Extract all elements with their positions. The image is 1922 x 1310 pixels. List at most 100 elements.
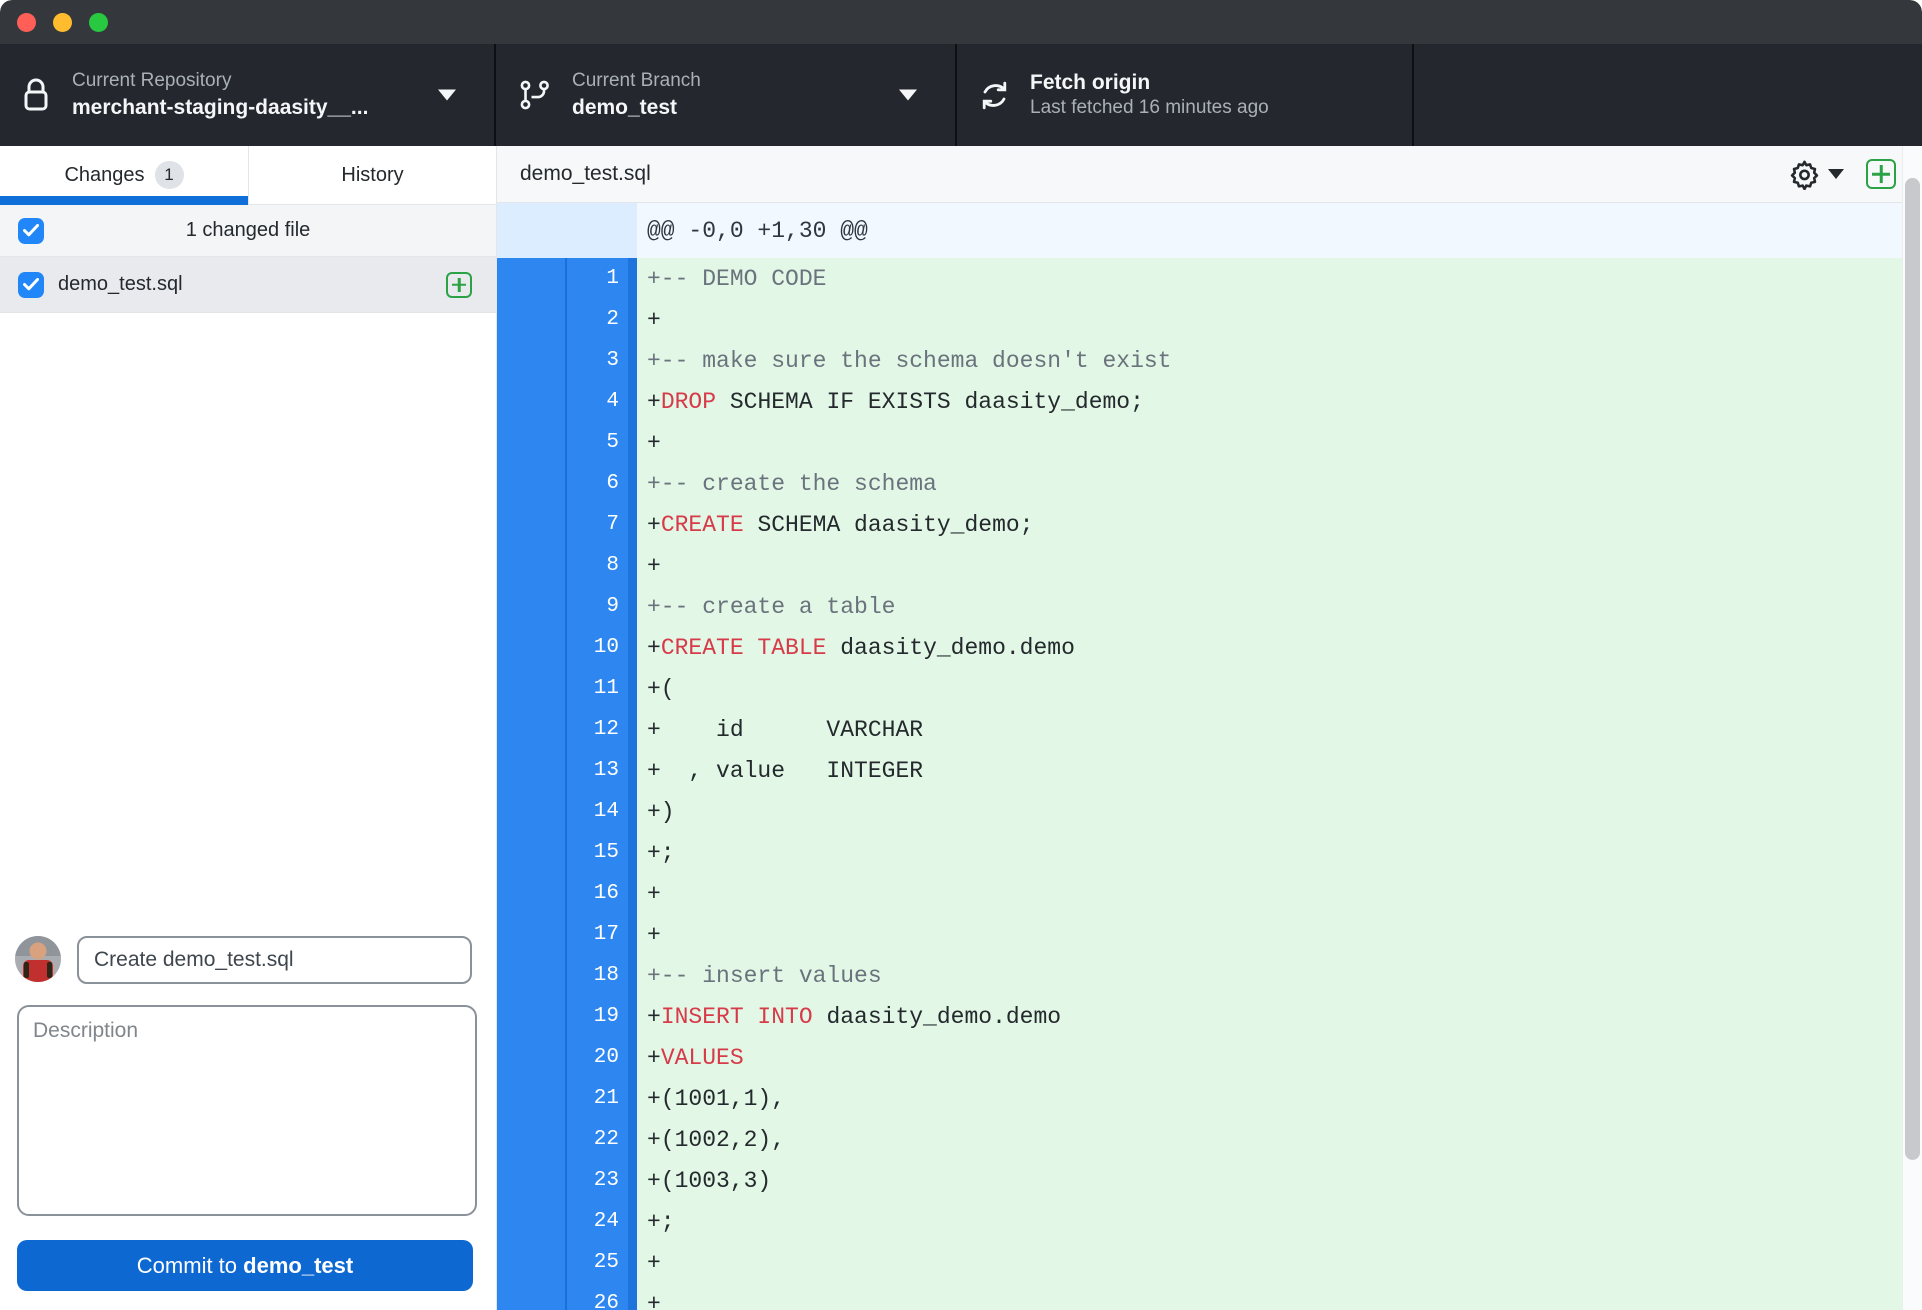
diff-gutter-old[interactable] [497, 545, 565, 586]
diff-gutter-old[interactable] [497, 832, 565, 873]
diff-panel: demo_test.sql @@ -0,0 +1,30 @@ 1 +-- DEM… [497, 146, 1922, 1310]
include-all-checkbox[interactable] [18, 217, 44, 244]
diff-file-header: demo_test.sql [497, 146, 1922, 203]
tab-history[interactable]: History [248, 146, 496, 204]
tab-changes[interactable]: Changes 1 [0, 146, 248, 205]
diff-line-number[interactable]: 9 [567, 586, 628, 627]
diff-line-number[interactable]: 1 [567, 258, 628, 299]
diff-options-button[interactable] [1789, 159, 1844, 190]
diff-line-number[interactable]: 20 [567, 1037, 628, 1078]
diff-row: 20 + VALUES [497, 1037, 1902, 1078]
diff-gutter-old[interactable] [497, 1242, 565, 1283]
code-segment-plain: + [647, 388, 661, 415]
diff-gutter-old[interactable] [497, 914, 565, 955]
diff-line-number[interactable]: 22 [567, 1119, 628, 1160]
diff-line-code: +-- create the schema [637, 463, 1902, 504]
diff-gutter-old[interactable] [497, 955, 565, 996]
diff-gutter-old[interactable] [497, 463, 565, 504]
diff-gutter-old[interactable] [497, 873, 565, 914]
diff-gutter-band [628, 1201, 637, 1242]
diff-gutter-old[interactable] [497, 1119, 565, 1160]
diff-line-number[interactable]: 15 [567, 832, 628, 873]
current-branch-button[interactable]: Current Branch demo_test [496, 44, 957, 146]
diff-gutter-old[interactable] [497, 1078, 565, 1119]
user-avatar [15, 936, 61, 982]
diff-gutter-old[interactable] [497, 791, 565, 832]
diff-line-number[interactable]: 4 [567, 381, 628, 422]
diff-line-number[interactable]: 14 [567, 791, 628, 832]
diff-gutter-band [628, 832, 637, 873]
diff-gutter-old[interactable] [497, 381, 565, 422]
diff-row: 6 +-- create the schema [497, 463, 1902, 504]
current-repository-button[interactable]: Current Repository merchant-staging-daas… [0, 44, 496, 146]
diff-line-number[interactable]: 17 [567, 914, 628, 955]
tab-history-label: History [341, 163, 404, 186]
git-branch-icon [520, 80, 550, 110]
diff-gutter-old[interactable] [497, 750, 565, 791]
close-window-button[interactable] [17, 13, 36, 32]
diff-gutter-band [628, 258, 637, 299]
diff-line-number[interactable]: 8 [567, 545, 628, 586]
diff-gutter-old[interactable] [497, 340, 565, 381]
diff-file-title: demo_test.sql [520, 162, 651, 185]
added-plus-icon[interactable] [1866, 159, 1896, 189]
code-segment-keyword: CREATE TABLE [660, 634, 827, 661]
file-row-demo-test-sql[interactable]: demo_test.sql [0, 257, 496, 313]
diff-line-number[interactable]: 21 [567, 1078, 628, 1119]
zoom-window-button[interactable] [89, 13, 108, 32]
diff-gutter-old[interactable] [497, 422, 565, 463]
diff-line-number[interactable]: 2 [567, 299, 628, 340]
diff-row: 26 + [497, 1283, 1902, 1310]
diff-gutter-old[interactable] [497, 1160, 565, 1201]
diff-gutter-band [628, 504, 637, 545]
diff-line-number[interactable]: 6 [567, 463, 628, 504]
diff-line-number[interactable]: 26 [567, 1283, 628, 1310]
diff-line-number[interactable]: 5 [567, 422, 628, 463]
diff-line-number[interactable]: 24 [567, 1201, 628, 1242]
code-segment-plain: + [647, 921, 661, 948]
diff-gutter-old[interactable] [497, 668, 565, 709]
diff-line-number[interactable]: 16 [567, 873, 628, 914]
diff-gutter-old[interactable] [497, 996, 565, 1037]
diff-gutter-old[interactable] [497, 627, 565, 668]
diff-line-number[interactable]: 11 [567, 668, 628, 709]
diff-gutter-old[interactable] [497, 1037, 565, 1078]
code-segment-plain: SCHEMA IF EXISTS daasity_demo; [716, 388, 1144, 415]
diff-line-code: +; [637, 832, 1902, 873]
diff-line-number[interactable]: 18 [567, 955, 628, 996]
diff-gutter-old[interactable] [497, 586, 565, 627]
diff-gutter-old[interactable] [497, 504, 565, 545]
diff-gutter-old[interactable] [497, 299, 565, 340]
diff-row: 7 + CREATE SCHEMA daasity_demo; [497, 504, 1902, 545]
minimize-window-button[interactable] [53, 13, 72, 32]
diff-gutter-old[interactable] [497, 709, 565, 750]
diff-line-number[interactable]: 19 [567, 996, 628, 1037]
code-segment-plain: + [647, 1003, 661, 1030]
diff-body: @@ -0,0 +1,30 @@ 1 +-- DEMO CODE 2 +3 +-- ma… [497, 203, 1902, 1310]
commit-summary-input[interactable] [77, 936, 472, 984]
diff-row: 5 + [497, 422, 1902, 463]
commit-description-input[interactable] [19, 1007, 475, 1214]
diff-line-number[interactable]: 10 [567, 627, 628, 668]
diff-line-number[interactable]: 12 [567, 709, 628, 750]
diff-line-code: + DROP SCHEMA IF EXISTS daasity_demo; [637, 381, 1902, 422]
diff-line-code: + [637, 873, 1902, 914]
diff-line-number[interactable]: 13 [567, 750, 628, 791]
fetch-origin-button[interactable]: Fetch origin Last fetched 16 minutes ago [957, 44, 1414, 146]
diff-gutter-old[interactable] [497, 1201, 565, 1242]
diff-line-number[interactable]: 25 [567, 1242, 628, 1283]
diff-gutter-old[interactable] [497, 1283, 565, 1310]
commit-button[interactable]: Commit to demo_test [17, 1240, 473, 1291]
include-file-checkbox[interactable] [18, 271, 44, 298]
diff-gutter-old[interactable] [497, 258, 565, 299]
diff-line-number[interactable]: 3 [567, 340, 628, 381]
changed-files-summary: 1 changed file [185, 219, 311, 241]
diff-line-number[interactable]: 23 [567, 1160, 628, 1201]
diff-line-code: + CREATE SCHEMA daasity_demo; [637, 504, 1902, 545]
scrollbar-thumb[interactable] [1905, 178, 1920, 1160]
commit-button-prefix: Commit to [136, 1252, 244, 1278]
code-segment-plain: + [647, 552, 661, 579]
gear-icon [1789, 159, 1820, 190]
diff-row: 11 +( [497, 668, 1902, 709]
diff-line-number[interactable]: 7 [567, 504, 628, 545]
